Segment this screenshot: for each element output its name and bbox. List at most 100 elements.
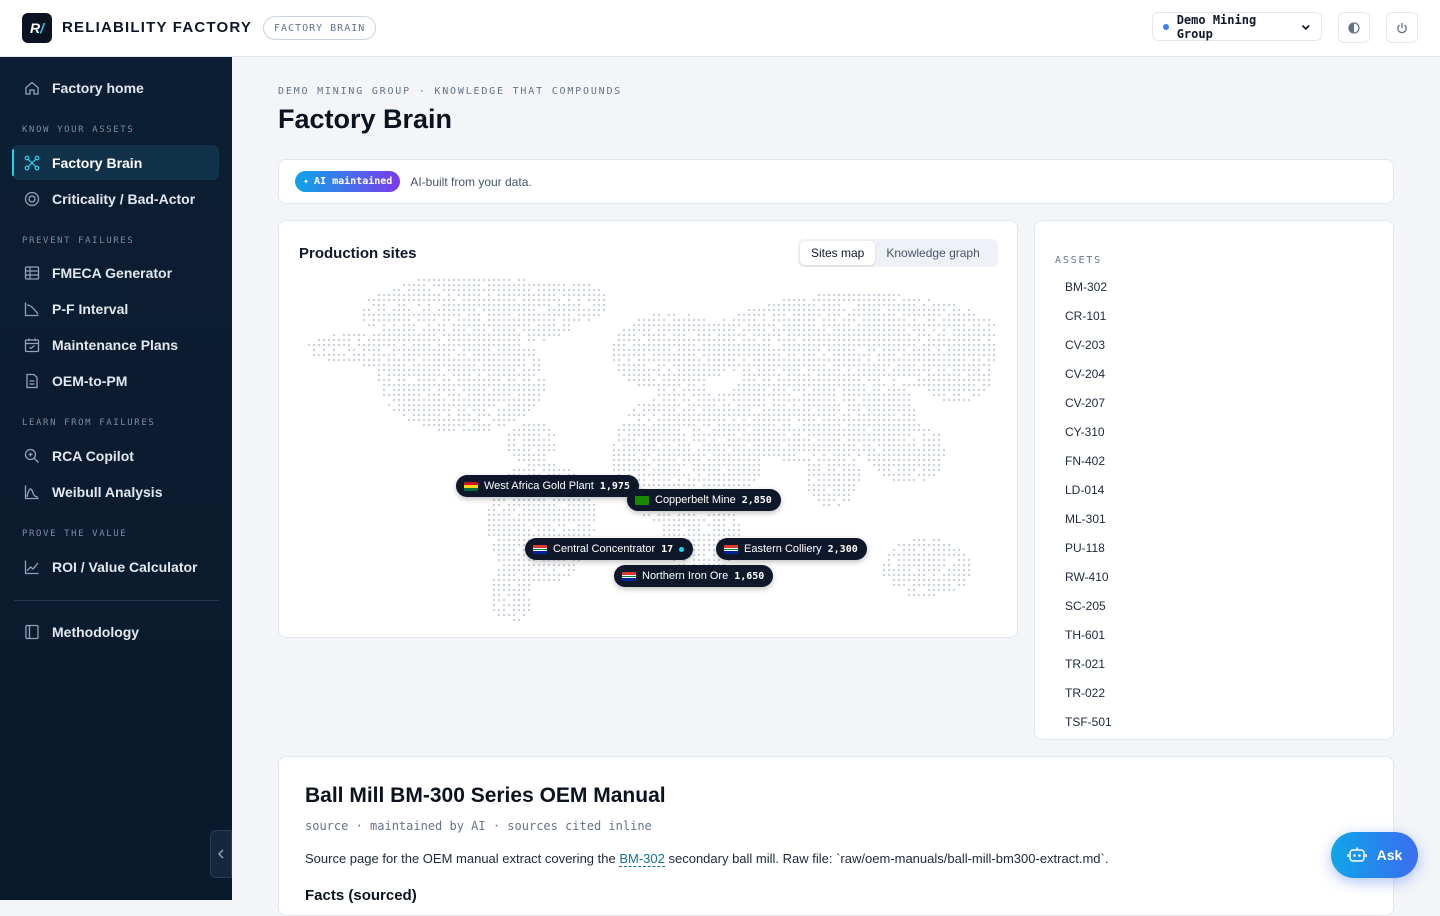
map-dot [562, 498, 566, 502]
sidebar-item-maintenance-plans[interactable]: Maintenance Plans [12, 327, 219, 362]
asset-item[interactable]: TSF-501 [1065, 715, 1112, 729]
map-dot [707, 533, 711, 537]
ask-assistant-button[interactable]: Ask [1331, 832, 1418, 878]
asset-item[interactable]: TR-021 [1065, 657, 1105, 671]
asset-item[interactable]: CY-310 [1065, 425, 1105, 439]
sidebar-item-fmeca-generator[interactable]: FMECA Generator [12, 255, 219, 290]
tab-sites-map[interactable]: Sites map [800, 241, 876, 265]
map-dot [572, 288, 576, 292]
map-dot [662, 398, 666, 402]
asset-item[interactable]: SC-205 [1065, 599, 1106, 613]
map-dot [812, 443, 816, 447]
map-dot [522, 608, 526, 612]
site-marker[interactable]: Northern Iron Ore 1,650 [614, 565, 774, 587]
asset-item[interactable]: RW-410 [1065, 570, 1109, 584]
tab-knowledge-graph[interactable]: Knowledge graph [875, 241, 990, 265]
asset-item[interactable]: PU-118 [1065, 541, 1105, 555]
sidebar-collapse-button[interactable] [210, 830, 232, 878]
organization-select[interactable]: Demo Mining Group [1152, 12, 1322, 41]
map-dot [492, 333, 496, 337]
map-dot [982, 318, 986, 322]
sidebar-item-oem-to-pm[interactable]: OEM-to-PM [12, 363, 219, 398]
theme-toggle-button[interactable] [1338, 12, 1370, 43]
map-dot [877, 333, 881, 337]
map-dot [432, 378, 436, 382]
map-dot [847, 313, 851, 317]
sidebar-item-factory-home[interactable]: Factory home [12, 70, 219, 105]
map-dot [902, 363, 906, 367]
asset-item[interactable]: FN-402 [1065, 454, 1105, 468]
map-dot [362, 318, 366, 322]
map-dot [472, 333, 476, 337]
asset-item[interactable]: CV-204 [1065, 367, 1105, 381]
map-dot [707, 543, 711, 547]
sidebar-item-criticality[interactable]: Criticality / Bad-Actor [12, 181, 219, 216]
map-dot [412, 373, 416, 377]
map-dot [722, 453, 726, 457]
map-dot [677, 393, 681, 397]
map-dot [847, 368, 851, 372]
map-dot [402, 363, 406, 367]
logout-button[interactable] [1386, 12, 1418, 43]
map-dot [857, 388, 861, 392]
sidebar-item-pf-interval[interactable]: P-F Interval [12, 291, 219, 326]
map-dot [397, 293, 401, 297]
asset-item[interactable]: CV-203 [1065, 338, 1105, 352]
map-dot [882, 398, 886, 402]
brand-logo[interactable]: R / [22, 13, 52, 43]
map-dot [622, 333, 626, 337]
map-dot [852, 308, 856, 312]
site-marker[interactable]: Central Concentrator 17 [525, 538, 694, 560]
sidebar-item-roi-calculator[interactable]: ROI / Value Calculator [12, 549, 219, 584]
map-dot [742, 333, 746, 337]
map-dot [957, 348, 961, 352]
map-dot [842, 328, 846, 332]
map-dot [947, 313, 951, 317]
map-dot [782, 428, 786, 432]
map-dot [707, 513, 711, 517]
map-dot [467, 283, 471, 287]
map-dot [717, 458, 721, 462]
asset-item[interactable]: LD-014 [1065, 483, 1104, 497]
map-dot [667, 483, 671, 487]
map-dot [667, 328, 671, 332]
map-dot [562, 468, 566, 472]
map-dot [712, 453, 716, 457]
asset-item[interactable]: TR-022 [1065, 686, 1105, 700]
sidebar-item-rca-copilot[interactable]: RCA Copilot [12, 438, 219, 473]
map-dot [507, 353, 511, 357]
map-dot [642, 453, 646, 457]
site-marker[interactable]: West Africa Gold Plant 1,975 [456, 475, 639, 497]
map-dot [442, 328, 446, 332]
map-dot [852, 358, 856, 362]
map-dot [492, 378, 496, 382]
map-dot [452, 383, 456, 387]
sidebar-item-factory-brain[interactable]: Factory Brain [12, 145, 219, 180]
map-dot [912, 478, 916, 482]
map-dot [507, 333, 511, 337]
asset-item[interactable]: CR-101 [1065, 309, 1106, 323]
sidebar-item-methodology[interactable]: Methodology [12, 614, 219, 649]
asset-item[interactable]: CV-207 [1065, 396, 1105, 410]
map-dot [872, 333, 876, 337]
map-dot [497, 593, 501, 597]
site-marker[interactable]: Eastern Colliery 2,300 [716, 538, 867, 560]
map-dot [722, 343, 726, 347]
map-dot [702, 348, 706, 352]
site-marker[interactable]: Copperbelt Mine 2,850 [627, 489, 781, 511]
assets-heading: ASSETS [1055, 255, 1102, 266]
map-dot [512, 498, 516, 502]
map-dot [637, 323, 641, 327]
map-dot [482, 358, 486, 362]
map-dot [517, 283, 521, 287]
asset-item[interactable]: ML-301 [1065, 512, 1106, 526]
asset-link[interactable]: BM-302 [619, 851, 665, 867]
map-dot [817, 423, 821, 427]
sidebar-item-weibull-analysis[interactable]: Weibull Analysis [12, 474, 219, 509]
asset-item[interactable]: BM-302 [1065, 280, 1107, 294]
map-dot [522, 403, 526, 407]
map-dot [817, 388, 821, 392]
asset-item[interactable]: TH-601 [1065, 628, 1105, 642]
map-dot [627, 373, 631, 377]
map-dot [722, 528, 726, 532]
